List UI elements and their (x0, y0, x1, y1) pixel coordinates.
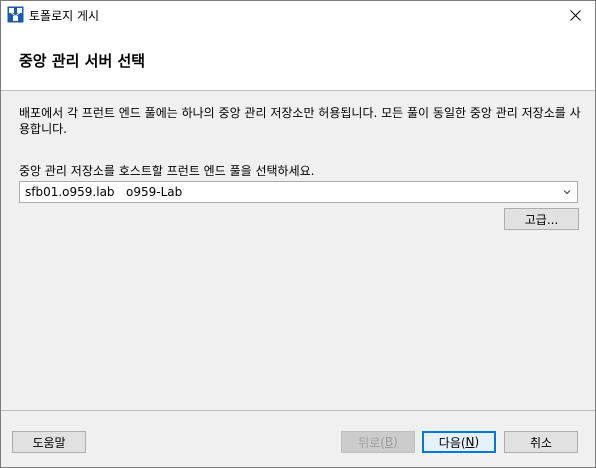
dialog-window: 토폴로지 게시 중앙 관리 서버 선택 배포에서 각 프런트 엔드 풀에는 하나… (0, 0, 596, 468)
cancel-button[interactable]: 취소 (504, 431, 578, 453)
next-button-accesskey: N (465, 435, 475, 449)
back-button-accesskey: B (384, 435, 394, 449)
pool-select-value: sfb01.o959.lab o959-Lab (25, 185, 183, 199)
back-button-suffix: ) (393, 435, 398, 449)
title-bar[interactable]: 토폴로지 게시 (1, 1, 595, 29)
pool-select-label: 중앙 관리 저장소를 호스트할 프런트 엔드 풀을 선택하세요. (19, 164, 315, 178)
chevron-down-icon (563, 190, 571, 195)
back-button[interactable]: 뒤로(B) (341, 431, 415, 453)
front-end-pool-select[interactable]: sfb01.o959.lab o959-Lab (19, 181, 578, 203)
description-text: 배포에서 각 프런트 엔드 풀에는 하나의 중앙 관리 저장소만 허용됩니다. … (19, 106, 581, 136)
close-icon (569, 9, 581, 21)
wizard-header: 중앙 관리 서버 선택 (1, 29, 595, 91)
next-button-suffix: ) (474, 435, 480, 449)
close-button[interactable] (555, 1, 595, 29)
next-button[interactable]: 다음(N) (422, 431, 496, 453)
topology-builder-icon (7, 6, 24, 23)
page-title: 중앙 관리 서버 선택 (19, 52, 146, 70)
back-button-label: 뒤로( (358, 435, 385, 450)
window-title: 토폴로지 게시 (29, 9, 100, 23)
help-button[interactable]: 도움말 (12, 431, 86, 453)
advanced-button[interactable]: 고급... (504, 208, 579, 230)
wizard-content: 배포에서 각 프런트 엔드 풀에는 하나의 중앙 관리 저장소만 허용됩니다. … (1, 92, 595, 410)
next-button-label: 다음( (438, 435, 466, 450)
wizard-footer: 도움말 뒤로(B) 다음(N) 취소 (1, 410, 595, 467)
